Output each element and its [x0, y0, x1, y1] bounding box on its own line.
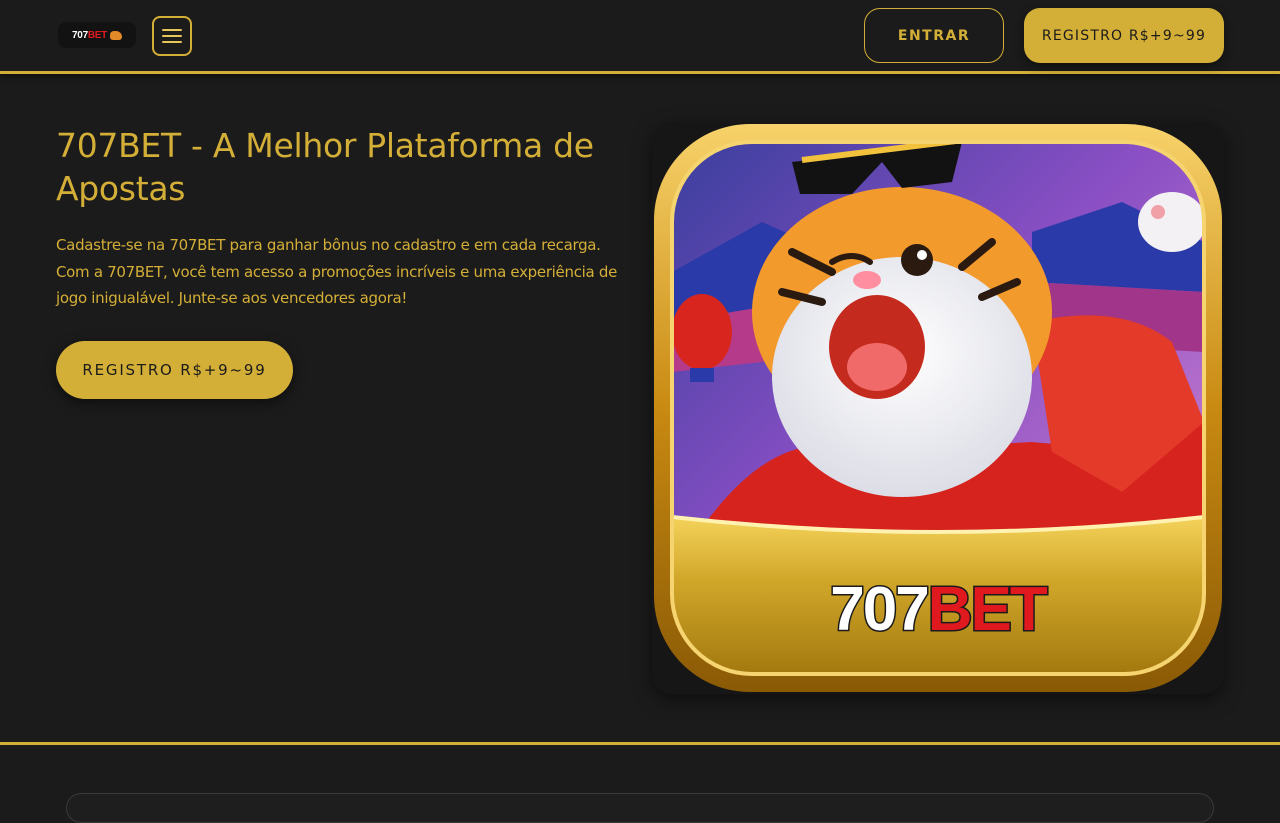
hero-title: 707BET - A Melhor Plataforma de Apostas	[56, 126, 594, 208]
hero-game-image: 707BET	[652, 122, 1224, 694]
hamburger-icon-bar	[162, 35, 182, 37]
login-button[interactable]: ENTRAR	[864, 8, 1004, 63]
logo-text-white: 707	[72, 29, 88, 41]
tiger-game-illustration: 707BET	[654, 124, 1222, 692]
hamburger-icon-bar	[162, 29, 182, 31]
register-button-header[interactable]: REGISTRO R$+9~99	[1024, 8, 1224, 63]
site-logo[interactable]: 707 BET	[58, 22, 136, 48]
site-header: 707 BET ENTRAR REGISTRO R$+9~99	[0, 0, 1280, 74]
section-divider	[0, 742, 1280, 745]
logo-text-red: BET	[87, 29, 107, 41]
register-button-hero[interactable]: REGISTRO R$+9~99	[56, 341, 293, 399]
logo-tiger-icon	[109, 30, 122, 40]
banner-logo-text: 707BET	[830, 575, 1048, 644]
next-section-panel	[66, 793, 1214, 823]
hero-description: Cadastre-se na 707BET para ganhar bônus …	[56, 236, 618, 307]
hamburger-icon-bar	[162, 41, 182, 43]
menu-button[interactable]	[152, 16, 192, 56]
